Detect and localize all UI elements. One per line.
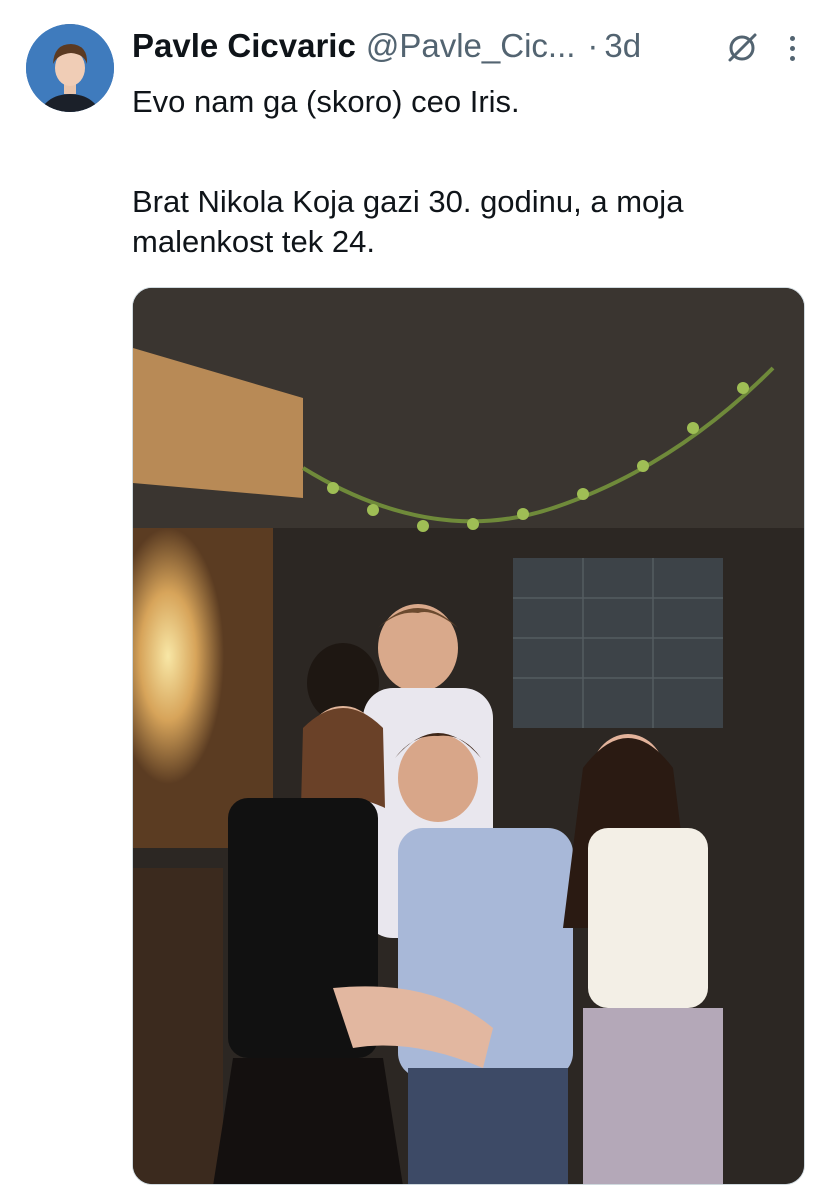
group-photo-illustration: [133, 288, 804, 1184]
author-name[interactable]: Pavle Cicvaric: [132, 27, 356, 65]
avatar[interactable]: [26, 24, 114, 112]
tweet-photo[interactable]: [132, 287, 805, 1185]
grok-icon[interactable]: [724, 30, 760, 66]
tweet-header: Pavle Cicvaric @Pavle_Cic... · 3d: [132, 26, 802, 66]
timestamp[interactable]: 3d: [604, 27, 641, 65]
tweet-text: Evo nam ga (skoro) ceo Iris. Brat Nikola…: [132, 82, 812, 262]
more-options-icon[interactable]: [782, 30, 802, 66]
tweet: Pavle Cicvaric @Pavle_Cic... · 3d Evo na…: [0, 0, 832, 1199]
author-handle[interactable]: @Pavle_Cic...: [366, 27, 576, 65]
tweet-line-1: Evo nam ga (skoro) ceo Iris.: [132, 84, 520, 119]
separator: ·: [587, 27, 599, 64]
tweet-line-2: Brat Nikola Koja gazi 30. godinu, a moja…: [132, 184, 684, 259]
avatar-photo: [26, 24, 114, 112]
